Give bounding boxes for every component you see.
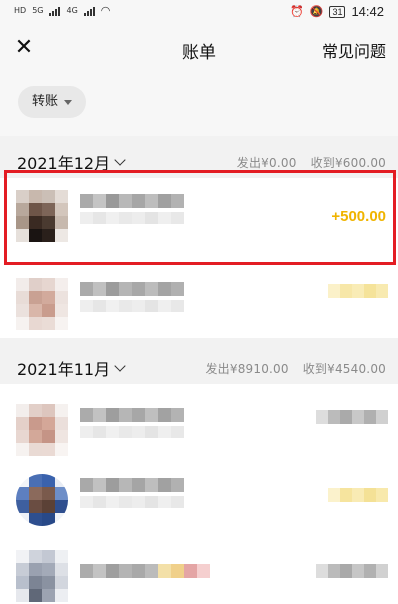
- contact-name: [80, 282, 184, 296]
- transaction-amount: +500.00: [331, 208, 386, 225]
- sim1-hd-label: HD: [14, 6, 27, 15]
- net-5g-label: 5G: [32, 6, 44, 15]
- mute-icon: 🔕: [309, 6, 324, 18]
- month-header-nov: 2021年11月 发出¥8910.00 收到¥4540.00: [0, 348, 398, 384]
- contact-name: [80, 194, 184, 208]
- section-gap: [0, 338, 398, 348]
- section-gap: [0, 136, 398, 142]
- month-label: 2021年11月: [17, 360, 111, 379]
- outgoing-total: 发出¥0.00: [236, 156, 297, 170]
- faq-link[interactable]: 常见问题: [322, 38, 386, 62]
- month-picker-nov[interactable]: 2021年11月: [17, 356, 126, 380]
- month-summary-dec: 发出¥0.00 收到¥600.00: [227, 154, 386, 171]
- signal-indicators: HD 5G 4G ◠: [14, 4, 110, 17]
- incoming-total: 收到¥4540.00: [302, 362, 386, 376]
- transaction-time: [80, 496, 184, 508]
- alarm-icon: ⏰: [290, 6, 304, 18]
- wifi-icon: ◠: [100, 4, 111, 17]
- incoming-total: 收到¥600.00: [310, 156, 386, 170]
- outgoing-total: 发出¥8910.00: [205, 362, 289, 376]
- transaction-row[interactable]: +500.00: [0, 180, 398, 250]
- battery-icon: 31: [329, 5, 346, 18]
- chevron-down-icon: [114, 360, 126, 372]
- transaction-row[interactable]: [0, 464, 398, 534]
- contact-name: [80, 478, 184, 492]
- net-4g-label: 4G: [66, 6, 78, 15]
- avatar: [16, 278, 68, 330]
- avatar: [16, 550, 68, 602]
- transaction-amount: [328, 488, 388, 502]
- status-right: ⏰ 🔕 31 14:42: [290, 4, 384, 19]
- status-bar: HD 5G 4G ◠ ⏰ 🔕 31 14:42: [0, 0, 398, 24]
- clock: 14:42: [351, 4, 384, 19]
- transaction-time: [80, 300, 184, 312]
- transaction-amount: [316, 410, 388, 424]
- chevron-down-icon: [114, 154, 126, 166]
- transaction-row[interactable]: [0, 268, 398, 338]
- nav-bar: ✕ 账单 常见问题: [0, 24, 398, 74]
- avatar: [16, 190, 68, 242]
- signal-strength-icon-2: [83, 6, 95, 16]
- transaction-amount: [316, 564, 388, 578]
- filter-label: 转账: [32, 94, 59, 109]
- transaction-row[interactable]: [0, 394, 398, 464]
- month-label: 2021年12月: [17, 154, 111, 173]
- month-summary-nov: 发出¥8910.00 收到¥4540.00: [195, 360, 386, 377]
- avatar: [16, 474, 68, 526]
- transaction-time: [80, 212, 184, 224]
- transaction-time: [80, 426, 184, 438]
- month-header-dec: 2021年12月 发出¥0.00 收到¥600.00: [0, 142, 398, 178]
- avatar: [16, 404, 68, 456]
- month-picker-dec[interactable]: 2021年12月: [17, 150, 126, 174]
- transaction-amount: [328, 284, 388, 298]
- type-filter-button[interactable]: 转账: [18, 86, 87, 118]
- signal-strength-icon: [49, 6, 61, 16]
- contact-name: [80, 408, 184, 422]
- transaction-row[interactable]: [0, 540, 398, 604]
- caret-down-icon: [64, 99, 73, 105]
- filter-bar: 转账: [0, 74, 398, 136]
- contact-name: [80, 564, 210, 578]
